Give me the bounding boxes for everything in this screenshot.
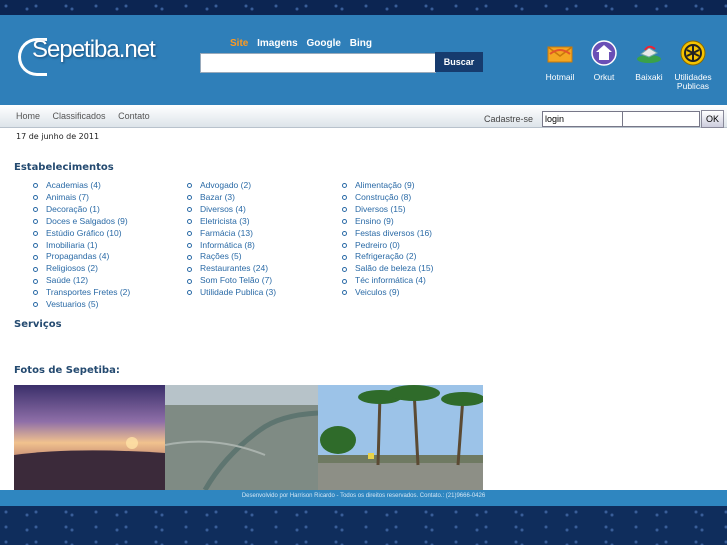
nav-home[interactable]: Home: [16, 111, 40, 121]
category-link[interactable]: Propagandas (4): [33, 251, 130, 263]
nav-links: Home Classificados Contato: [16, 111, 160, 121]
search-tab-google[interactable]: Google: [306, 38, 340, 49]
category-link[interactable]: Som Foto Telão (7): [187, 275, 276, 287]
category-link[interactable]: Bazar (3): [187, 192, 276, 204]
bottom-background-band: [0, 506, 727, 545]
hotmail-envelope-icon: [547, 46, 573, 63]
category-link[interactable]: Alimentação (9): [342, 180, 433, 192]
category-link[interactable]: Estúdio Gráfico (10): [33, 228, 130, 240]
category-link[interactable]: Pedreiro (0): [342, 240, 433, 252]
login-ok-button[interactable]: OK: [701, 110, 724, 128]
category-link[interactable]: Rações (5): [187, 251, 276, 263]
site-footer: Desenvolvido por Harrison Ricardo - Todo…: [0, 490, 727, 506]
site-logo[interactable]: Sepetiba.net: [18, 32, 156, 76]
utilidades-label: Utilidades Publicas: [674, 72, 712, 91]
category-link[interactable]: Vestuarios (5): [33, 299, 130, 311]
utilidades-link[interactable]: Utilidades Publicas: [673, 40, 713, 91]
nav-classificados[interactable]: Classificados: [53, 111, 106, 121]
baixaki-link[interactable]: Baixaki: [629, 40, 669, 82]
search-tabs: Site Imagens Google Bing: [230, 38, 378, 49]
category-link[interactable]: Transportes Fretes (2): [33, 287, 130, 299]
category-link[interactable]: Téc informática (4): [342, 275, 433, 287]
category-link[interactable]: Restaurantes (24): [187, 263, 276, 275]
category-link[interactable]: Religiosos (2): [33, 263, 130, 275]
category-link[interactable]: Decoração (1): [33, 204, 130, 216]
login-field[interactable]: [542, 111, 626, 127]
search-tab-site[interactable]: Site: [230, 38, 248, 49]
estabelecimentos-col1: Academias (4) Animais (7) Decoração (1) …: [33, 180, 130, 311]
password-field[interactable]: [622, 111, 700, 127]
category-link[interactable]: Ensino (9): [342, 216, 433, 228]
orkut-label: Orkut: [593, 72, 615, 82]
category-link[interactable]: Farmácia (13): [187, 228, 276, 240]
search-input[interactable]: [200, 53, 436, 73]
hotmail-link[interactable]: Hotmail: [540, 40, 580, 82]
category-link[interactable]: Informática (8): [187, 240, 276, 252]
category-link[interactable]: Veiculos (9): [342, 287, 433, 299]
category-link[interactable]: Imobiliaria (1): [33, 240, 130, 252]
category-link[interactable]: Doces e Salgados (9): [33, 216, 130, 228]
category-link[interactable]: Salão de beleza (15): [342, 263, 433, 275]
search-tab-bing[interactable]: Bing: [350, 38, 372, 49]
photo-sunset[interactable]: [14, 385, 165, 490]
estabelecimentos-title: Estabelecimentos: [14, 162, 114, 173]
orkut-house-icon: [591, 40, 617, 66]
category-link[interactable]: Diversos (15): [342, 204, 433, 216]
category-link[interactable]: Advogado (2): [187, 180, 276, 192]
estabelecimentos-col2: Advogado (2) Bazar (3) Diversos (4) Elet…: [187, 180, 276, 299]
category-link[interactable]: Refrigeração (2): [342, 251, 433, 263]
logo-text: Sepetiba.net: [32, 36, 156, 63]
utilidades-icon: [680, 40, 706, 66]
servicos-title: Serviços: [14, 319, 62, 330]
main-content: 17 de junho de 2011 Estabelecimentos Aca…: [0, 128, 727, 490]
photo-beach-palms[interactable]: [318, 385, 483, 490]
category-link[interactable]: Eletricista (3): [187, 216, 276, 228]
category-link[interactable]: Academias (4): [33, 180, 130, 192]
estabelecimentos-col3: Alimentação (9) Construção (8) Diversos …: [342, 180, 433, 299]
current-date: 17 de junho de 2011: [16, 132, 100, 141]
search-tab-imagens[interactable]: Imagens: [257, 38, 298, 49]
baixaki-label: Baixaki: [635, 72, 663, 82]
top-background-band: [0, 0, 727, 15]
search-button[interactable]: Buscar: [435, 52, 483, 72]
baixaki-icon: [637, 45, 661, 63]
category-link[interactable]: Utilidade Publica (3): [187, 287, 276, 299]
cadastre-link[interactable]: Cadastre-se: [484, 114, 533, 124]
category-link[interactable]: Diversos (4): [187, 204, 276, 216]
nav-contato[interactable]: Contato: [118, 111, 150, 121]
category-link[interactable]: Festas diversos (16): [342, 228, 433, 240]
category-link[interactable]: Construção (8): [342, 192, 433, 204]
fotos-title: Fotos de Sepetiba:: [14, 365, 120, 376]
photo-mudflats[interactable]: [165, 385, 318, 490]
category-link[interactable]: Animais (7): [33, 192, 130, 204]
hotmail-label: Hotmail: [545, 72, 575, 82]
orkut-link[interactable]: Orkut: [584, 40, 624, 82]
category-link[interactable]: Saúde (12): [33, 275, 130, 287]
